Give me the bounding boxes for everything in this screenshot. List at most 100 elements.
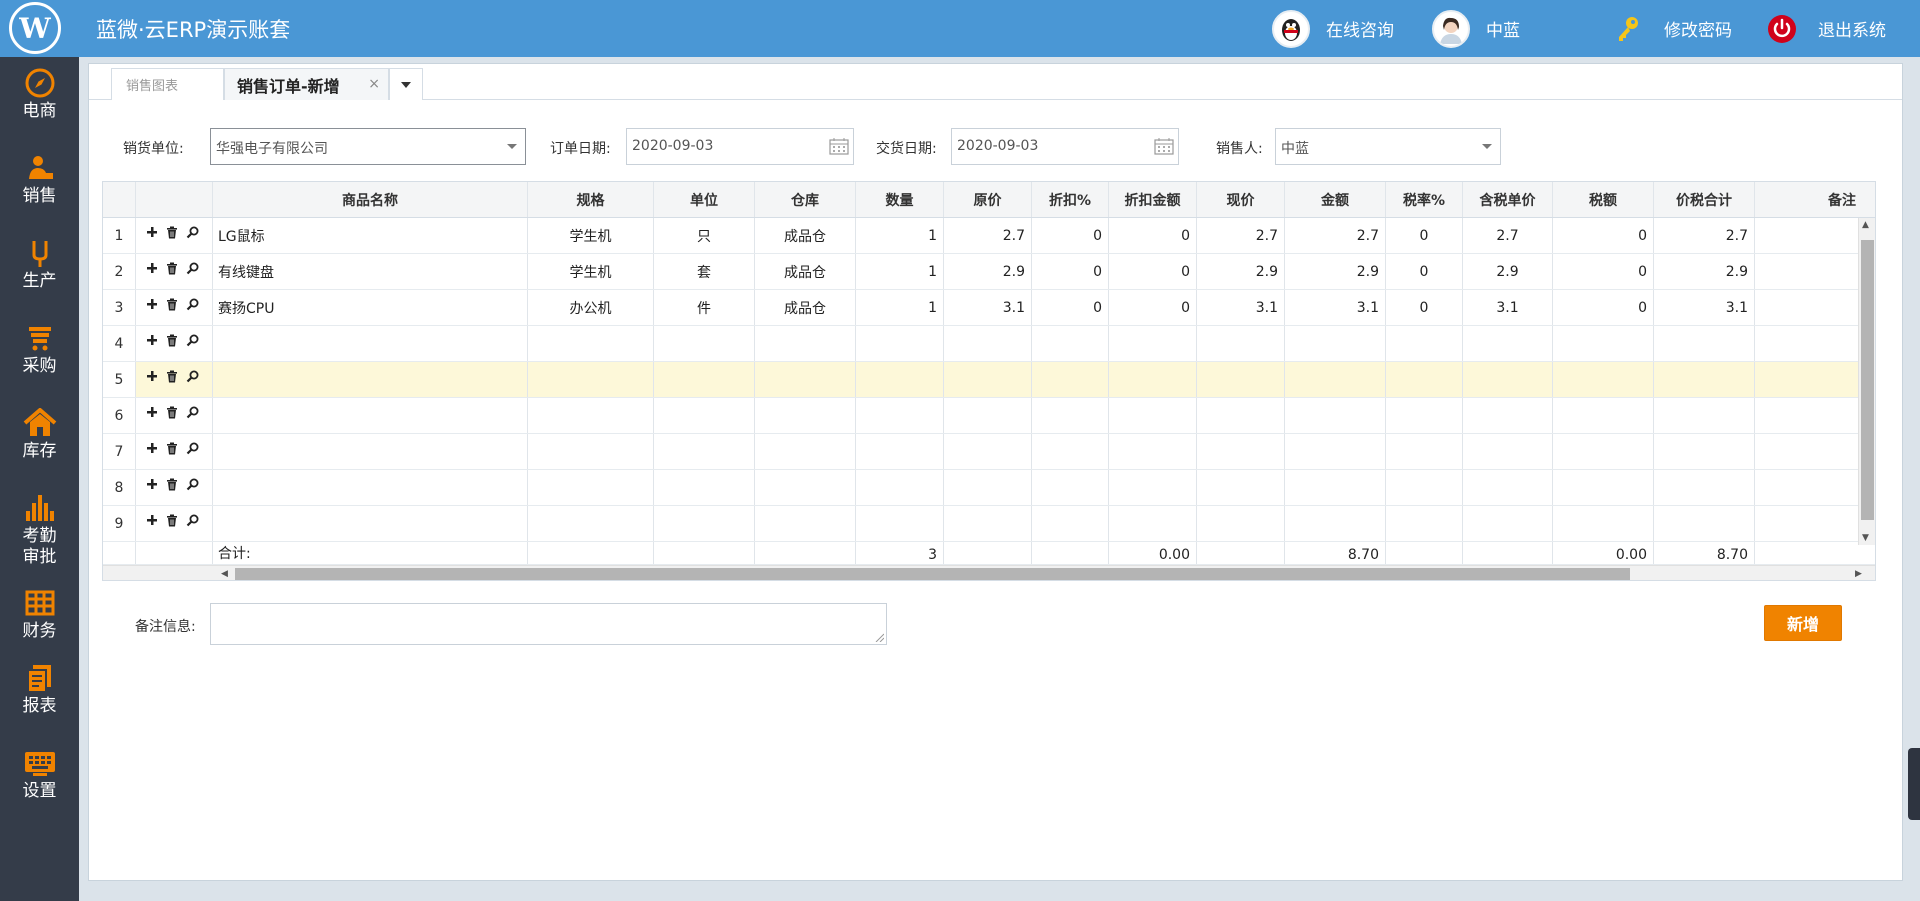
column-header-remark[interactable]: 备注 [1755, 182, 1875, 217]
cell-tax-incl-price[interactable]: 2.7 [1463, 218, 1553, 253]
cell-spec[interactable] [528, 434, 654, 469]
cell-original-price[interactable] [944, 326, 1032, 361]
trash-icon[interactable] [165, 261, 179, 275]
cell-spec[interactable] [528, 470, 654, 505]
add-row-icon[interactable] [145, 225, 159, 239]
search-icon[interactable] [185, 261, 199, 275]
cell-quantity[interactable] [856, 362, 944, 397]
cell-product-name[interactable] [213, 326, 528, 361]
cell-amount[interactable] [1285, 506, 1386, 541]
cell-amount[interactable] [1285, 434, 1386, 469]
cell-discount-pct[interactable] [1032, 362, 1109, 397]
cell-product-name[interactable]: LG鼠标 [213, 218, 528, 253]
vertical-scroll-thumb[interactable] [1861, 240, 1874, 520]
cell-tax-incl-price[interactable] [1463, 362, 1553, 397]
add-row-icon[interactable] [145, 441, 159, 455]
add-row-icon[interactable] [145, 369, 159, 383]
cell-tax[interactable] [1553, 434, 1654, 469]
table-row[interactable]: 4 [103, 326, 1875, 362]
cell-spec[interactable] [528, 362, 654, 397]
cell-tax-incl-price[interactable] [1463, 434, 1553, 469]
cell-tax[interactable] [1553, 506, 1654, 541]
cell-tax-rate[interactable] [1386, 506, 1463, 541]
search-icon[interactable] [185, 477, 199, 491]
cell-total[interactable] [1654, 398, 1755, 433]
cell-tax-rate[interactable]: 0 [1386, 254, 1463, 289]
cell-tax-incl-price[interactable]: 3.1 [1463, 290, 1553, 325]
cell-warehouse[interactable] [755, 470, 856, 505]
cell-product-name[interactable]: 有线键盘 [213, 254, 528, 289]
cell-warehouse[interactable] [755, 506, 856, 541]
cell-discount-pct[interactable]: 0 [1032, 254, 1109, 289]
cell-spec[interactable] [528, 506, 654, 541]
cell-tax-rate[interactable]: 0 [1386, 290, 1463, 325]
search-icon[interactable] [185, 369, 199, 383]
cell-discount-pct[interactable]: 0 [1032, 218, 1109, 253]
cell-original-price[interactable]: 2.9 [944, 254, 1032, 289]
tab-sales-order-new[interactable]: 销售订单-新增 × [224, 68, 389, 100]
cell-spec[interactable] [528, 398, 654, 433]
cell-spec[interactable] [528, 326, 654, 361]
column-header-discount-pct[interactable]: 折扣% [1032, 182, 1109, 217]
cell-quantity[interactable] [856, 434, 944, 469]
cell-quantity[interactable]: 1 [856, 218, 944, 253]
cell-discount-amount[interactable] [1109, 398, 1197, 433]
cell-discount-amount[interactable] [1109, 506, 1197, 541]
cell-current-price[interactable]: 2.7 [1197, 218, 1285, 253]
order-date-field[interactable]: 2020-09-03 [626, 128, 854, 165]
column-header-discount-amount[interactable]: 折扣金额 [1109, 182, 1197, 217]
cell-tax[interactable] [1553, 470, 1654, 505]
cell-tax-rate[interactable] [1386, 470, 1463, 505]
change-password-link[interactable]: 修改密码 [1612, 10, 1732, 47]
cell-discount-amount[interactable] [1109, 326, 1197, 361]
column-header-tax-incl-price[interactable]: 含税单价 [1463, 182, 1553, 217]
cell-tax-rate[interactable] [1386, 398, 1463, 433]
table-row[interactable]: 1 LG鼠标 学生机只成品仓 1 2.7 0 0 2.7 2.7 0 2.7 0 2.7 [103, 218, 1875, 254]
cell-discount-amount[interactable]: 0 [1109, 254, 1197, 289]
cell-discount-pct[interactable] [1032, 326, 1109, 361]
cell-discount-amount[interactable] [1109, 434, 1197, 469]
column-header-unit[interactable]: 单位 [654, 182, 755, 217]
table-row[interactable]: 7 [103, 434, 1875, 470]
trash-icon[interactable] [165, 369, 179, 383]
trash-icon[interactable] [165, 441, 179, 455]
cell-product-name[interactable] [213, 506, 528, 541]
calendar-icon[interactable] [1154, 137, 1174, 155]
cell-quantity[interactable] [856, 506, 944, 541]
column-header-spec[interactable]: 规格 [528, 182, 654, 217]
online-consult-link[interactable]: 在线咨询 [1272, 9, 1394, 48]
horizontal-scrollbar[interactable]: ◀ ▶ [103, 565, 1875, 580]
cell-discount-pct[interactable] [1032, 470, 1109, 505]
cell-unit[interactable] [654, 506, 755, 541]
cell-current-price[interactable] [1197, 398, 1285, 433]
calendar-icon[interactable] [829, 137, 849, 155]
scroll-up-icon[interactable]: ▲ [1862, 220, 1869, 230]
cell-total[interactable] [1654, 326, 1755, 361]
cell-total[interactable] [1654, 362, 1755, 397]
search-icon[interactable] [185, 441, 199, 455]
sidebar-item-settings[interactable]: 设置 [0, 747, 79, 802]
cell-amount[interactable] [1285, 362, 1386, 397]
user-profile[interactable]: 中蓝 [1432, 9, 1520, 48]
cell-discount-amount[interactable] [1109, 470, 1197, 505]
cell-original-price[interactable] [944, 362, 1032, 397]
salesperson-select[interactable]: 中蓝 [1275, 128, 1501, 165]
cell-quantity[interactable] [856, 470, 944, 505]
search-icon[interactable] [185, 297, 199, 311]
cell-unit[interactable] [654, 362, 755, 397]
vertical-scrollbar[interactable]: ▲ ▼ [1858, 218, 1875, 545]
side-float-widget[interactable] [1908, 748, 1920, 820]
cell-quantity[interactable]: 1 [856, 290, 944, 325]
close-icon[interactable]: × [368, 76, 380, 92]
cell-total[interactable] [1654, 470, 1755, 505]
cell-tax[interactable]: 0 [1553, 254, 1654, 289]
table-row[interactable]: 9 [103, 506, 1875, 542]
cell-unit[interactable]: 套 [654, 254, 755, 289]
cell-tax-incl-price[interactable] [1463, 398, 1553, 433]
cell-discount-pct[interactable] [1032, 434, 1109, 469]
add-row-icon[interactable] [145, 405, 159, 419]
remark-textarea[interactable] [210, 603, 887, 645]
add-row-icon[interactable] [145, 477, 159, 491]
add-row-icon[interactable] [145, 513, 159, 527]
sidebar-item-reports[interactable]: 报表 [0, 662, 79, 717]
